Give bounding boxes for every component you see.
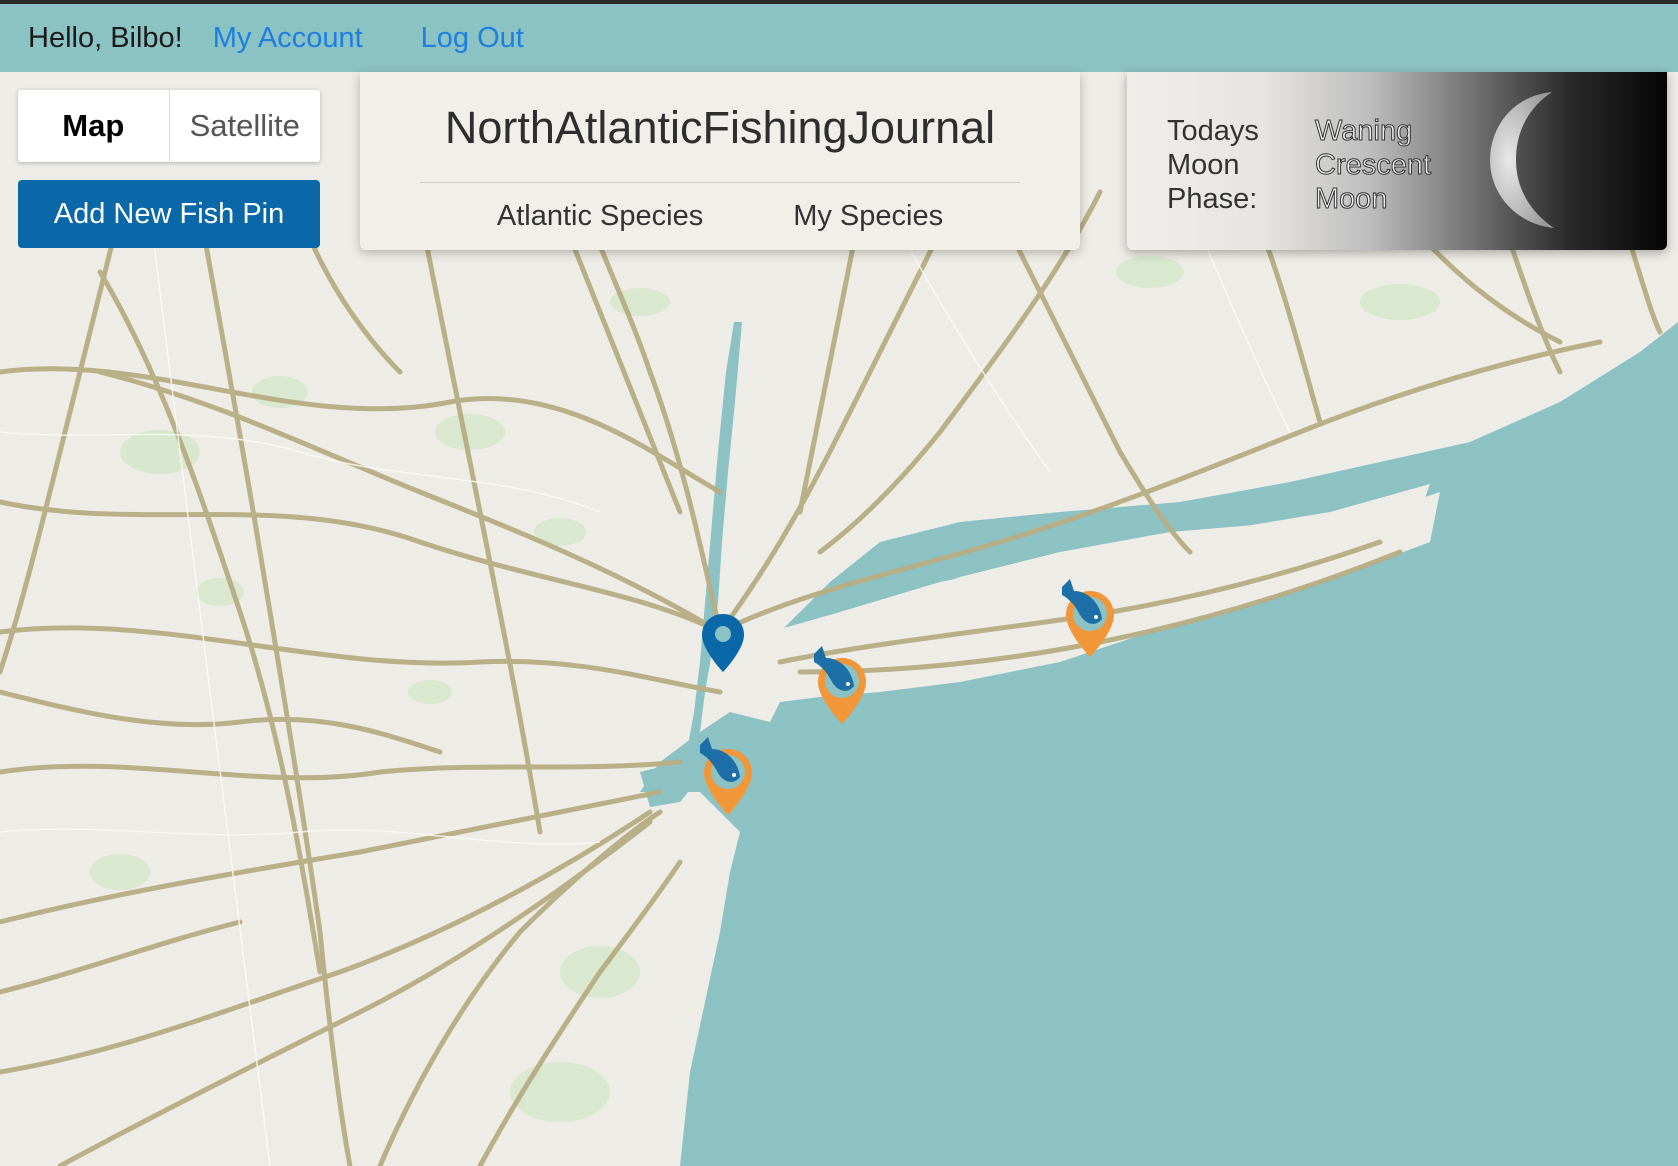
map-type-satellite-button[interactable]: Satellite [170,90,321,162]
moon-label-line: Moon [1167,149,1240,181]
log-out-link[interactable]: Log Out [421,22,524,55]
moon-label-line: Phase: [1167,183,1258,215]
moon-phase-line: Moon [1315,183,1389,216]
map-type-map-button[interactable]: Map [18,90,169,162]
app-title: NorthAtlanticFishingJournal [444,102,996,153]
moon-phase-label: Todays Moon Phase: [1167,114,1287,216]
fish-pin-icon[interactable] [686,735,758,837]
location-pin-icon[interactable] [700,612,746,674]
title-card: NorthAtlanticFishingJournal Atlantic Spe… [360,72,1080,250]
my-account-link[interactable]: My Account [213,22,363,55]
tab-my-species[interactable]: My Species [793,200,943,233]
waning-crescent-moon-icon [1490,92,1554,228]
top-nav-bar: Hello, Bilbo! My Account Log Out [0,0,1678,72]
tab-atlantic-species[interactable]: Atlantic Species [497,200,703,233]
moon-phase-line: Crescent [1315,149,1432,182]
divider [420,182,1020,183]
moon-phase-line: Waning [1315,115,1413,148]
map-type-control: Map Satellite [18,90,320,162]
add-new-fish-pin-button[interactable]: Add New Fish Pin [18,180,320,248]
moon-phase-value: Waning Crescent Moon [1315,114,1475,216]
species-tabs: Atlantic Species My Species [360,200,1080,233]
moon-phase-card: Todays Moon Phase: Waning Crescent Moon [1127,72,1667,250]
greeting-text: Hello, Bilbo! [28,21,183,54]
fish-pin-icon[interactable] [800,644,872,746]
fish-pin-icon[interactable] [1048,577,1120,679]
moon-label-line: Todays [1167,115,1259,147]
